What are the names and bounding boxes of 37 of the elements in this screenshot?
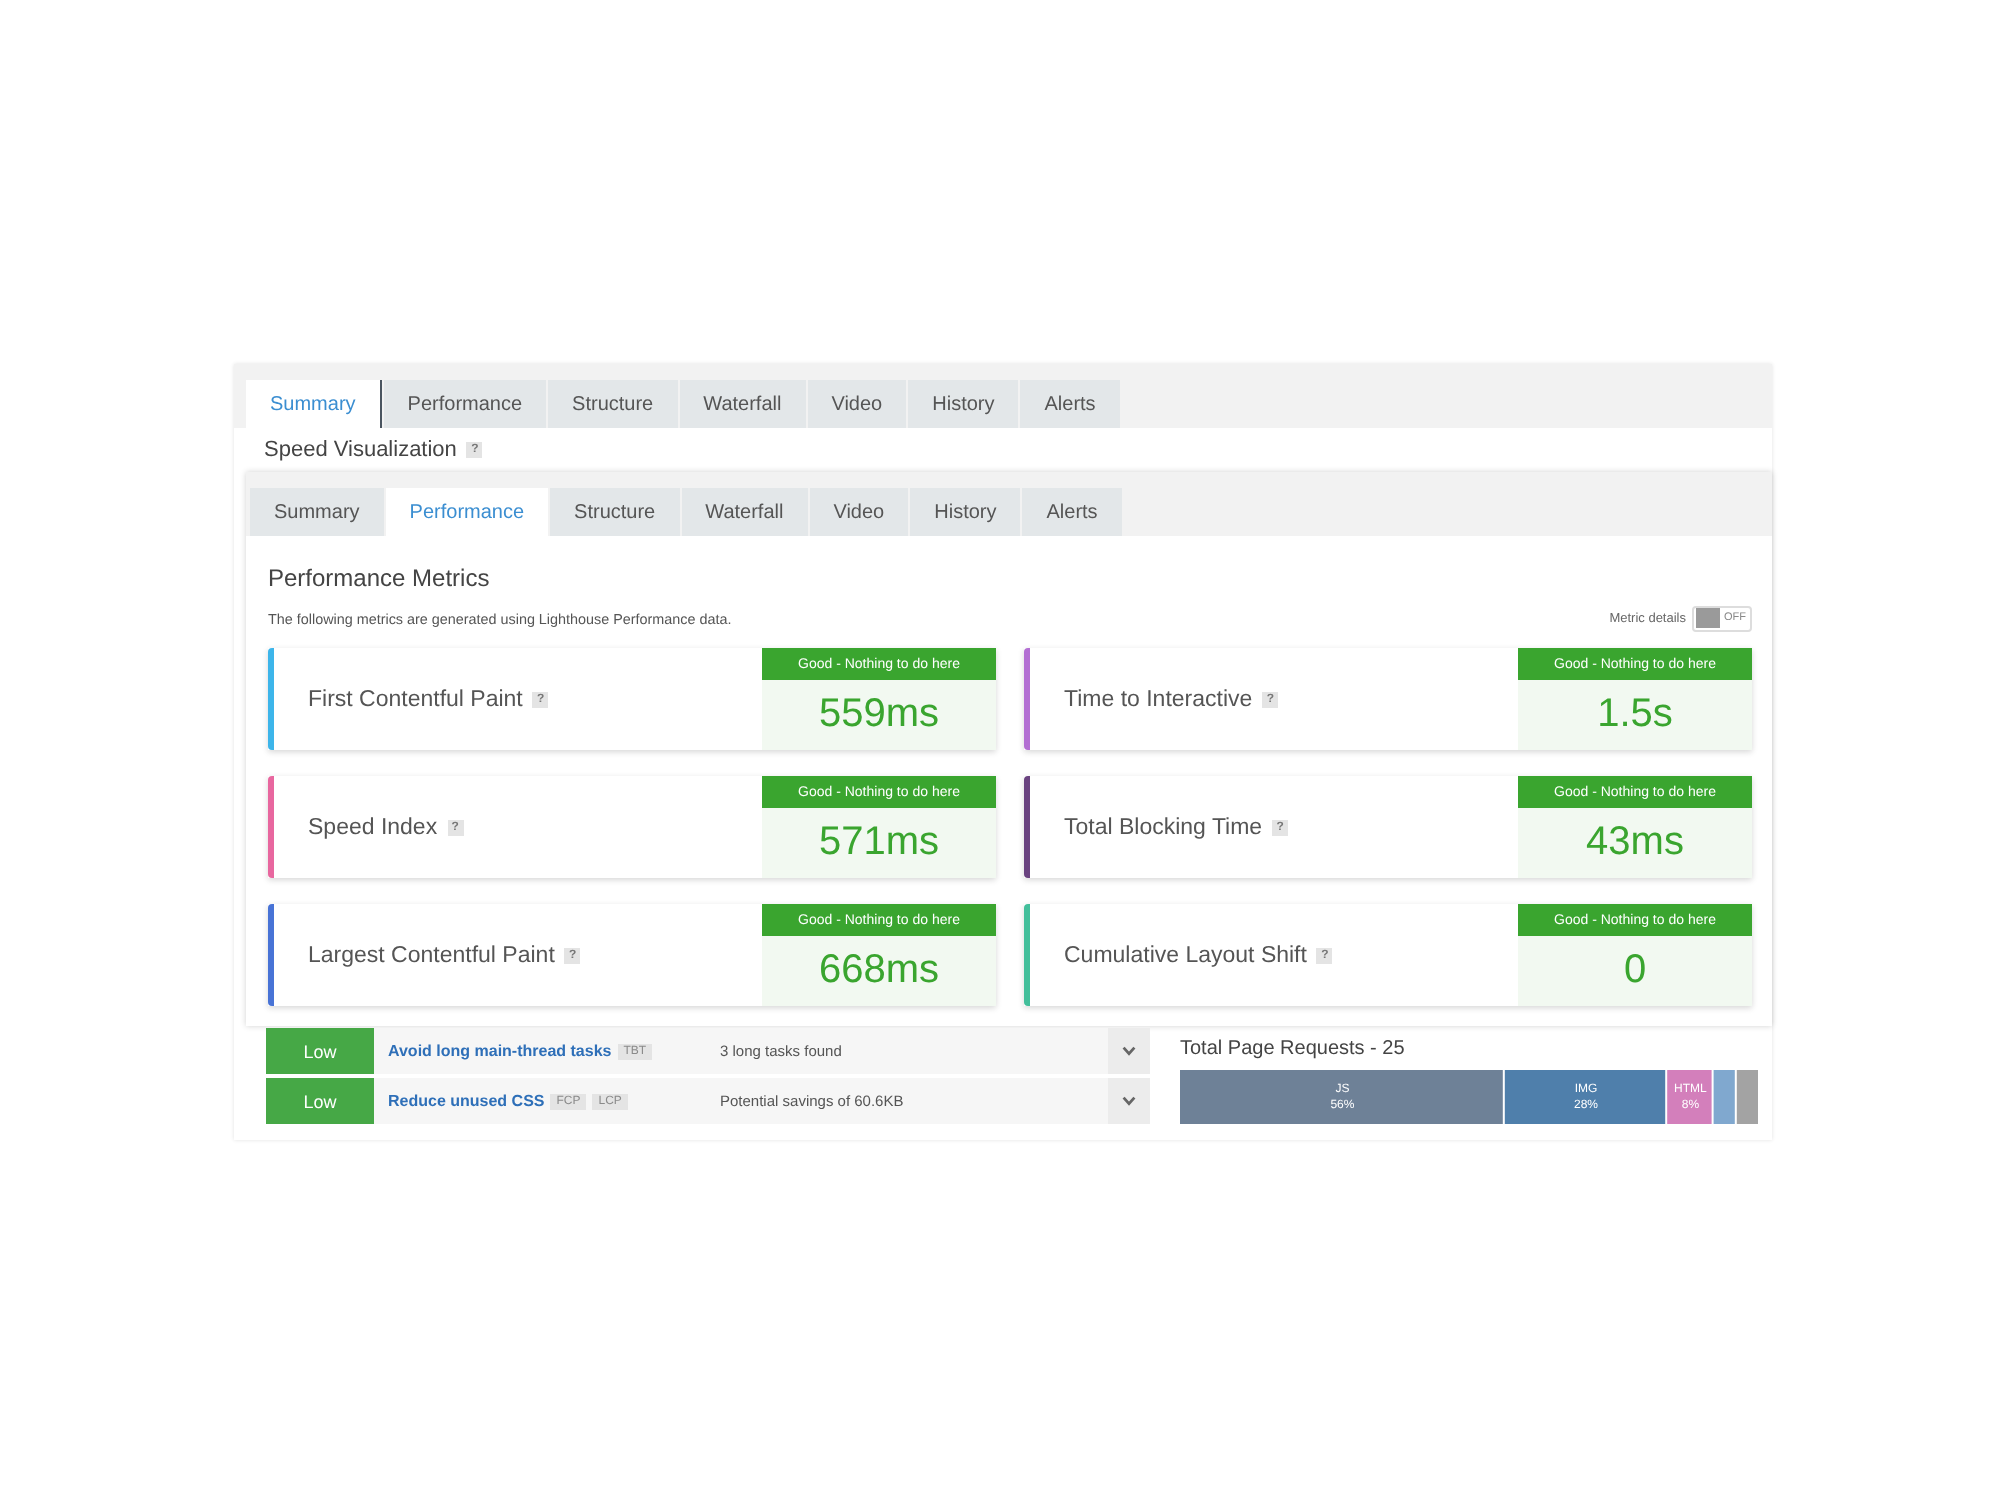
metric-label: Time to Interactive [1064, 687, 1253, 711]
metric-value: 559ms [762, 680, 996, 750]
metric-label: Cumulative Layout Shift [1064, 943, 1307, 967]
metric-label: Speed Index [308, 815, 438, 839]
tab[interactable]: Alerts [1022, 488, 1122, 536]
section-heading: Speed Visualization [264, 438, 457, 462]
tab[interactable]: Performance [383, 380, 547, 428]
metric-label: Largest Contentful Paint [308, 943, 555, 967]
audit-title-link[interactable]: Avoid long main-thread tasks [388, 1042, 612, 1060]
tab[interactable]: Summary [246, 380, 382, 428]
metric-label: Total Blocking Time [1064, 815, 1263, 839]
expand-button[interactable] [1108, 1078, 1150, 1124]
audit-title-link[interactable]: Reduce unused CSS [388, 1092, 545, 1110]
tab[interactable]: Waterfall [681, 488, 808, 536]
tab[interactable]: History [910, 488, 1021, 536]
metric-value: 0 [1518, 936, 1752, 1006]
tab[interactable]: Structure [550, 488, 680, 536]
tab[interactable]: Summary [250, 488, 384, 536]
chevron-down-icon [1122, 1046, 1136, 1056]
tab[interactable]: Video [809, 488, 909, 536]
panel-title: Performance Metrics [268, 564, 492, 592]
metric-value: 1.5s [1518, 680, 1752, 750]
metric-label: First Contentful Paint [308, 687, 523, 711]
metric-value: 571ms [762, 808, 996, 878]
tab[interactable]: Performance [385, 488, 549, 536]
tab[interactable]: Structure [548, 380, 678, 428]
tab[interactable]: Video [807, 380, 907, 428]
tab[interactable]: Waterfall [679, 380, 806, 428]
severity-badge: Low [266, 1028, 374, 1074]
chevron-down-icon [1122, 1096, 1136, 1106]
metric-value: 43ms [1518, 808, 1752, 878]
metric-value: 668ms [762, 936, 996, 1006]
tab[interactable]: History [908, 380, 1019, 428]
severity-badge: Low [266, 1078, 374, 1124]
chart-title: Total Page Requests - 25 [1180, 1038, 1407, 1062]
tab[interactable]: Alerts [1020, 380, 1120, 428]
expand-button[interactable] [1108, 1028, 1150, 1074]
